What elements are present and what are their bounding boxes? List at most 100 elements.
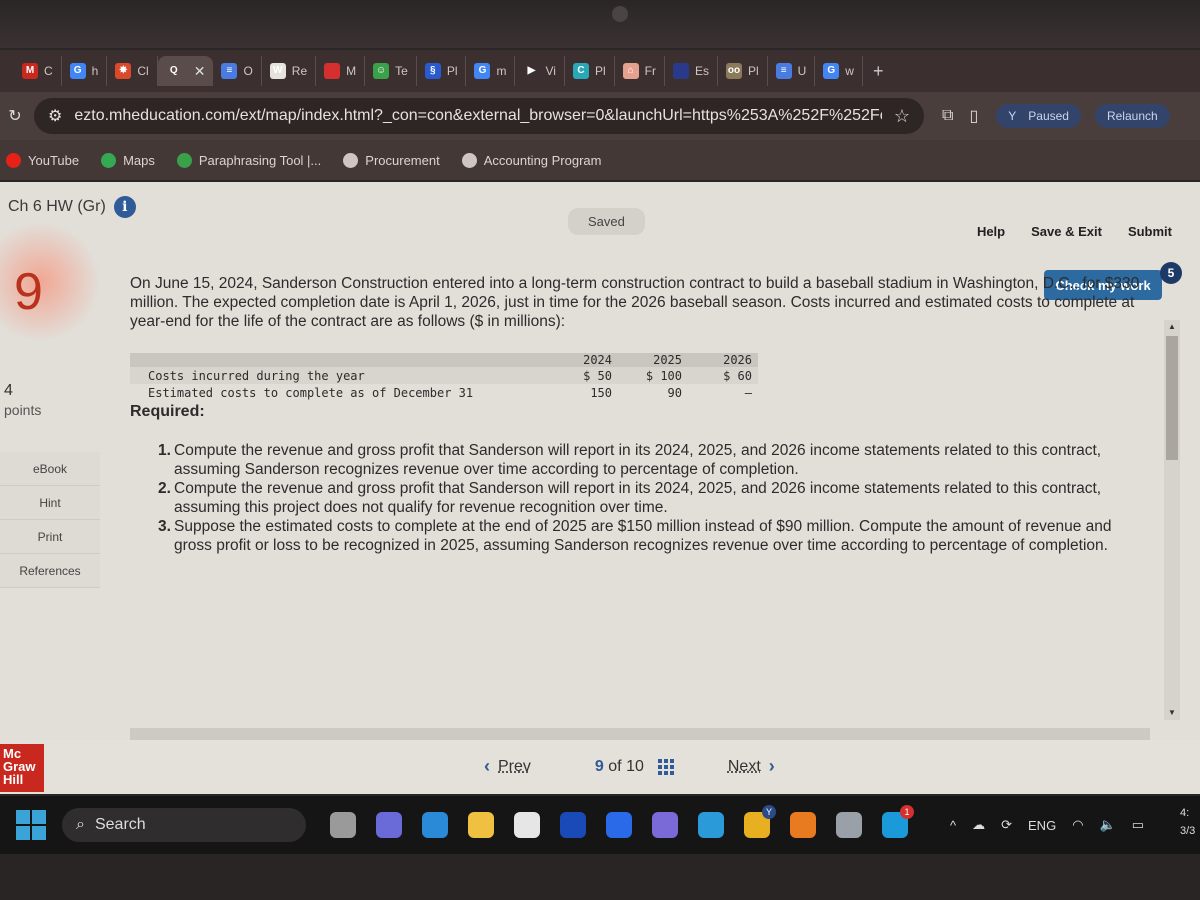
submit-link[interactable]: Submit	[1128, 224, 1172, 239]
mail-icon[interactable]	[698, 812, 724, 838]
prev-label: Prev	[498, 757, 531, 775]
settings-icon[interactable]	[836, 812, 862, 838]
wsj-icon: W	[269, 63, 286, 79]
browser-tab[interactable]: Gm	[466, 56, 516, 86]
taskbar-search[interactable]: ⌕ Search	[62, 808, 306, 842]
l-app-icon[interactable]	[560, 812, 586, 838]
chevron-left-icon: ‹	[484, 756, 490, 776]
required-heading: Required:	[130, 403, 205, 420]
extensions-icon[interactable]: ⧉	[942, 107, 953, 125]
store-icon[interactable]	[514, 812, 540, 838]
reload-icon[interactable]: ↻	[0, 106, 30, 126]
column-header: 2025	[653, 353, 682, 367]
browser-tab[interactable]: oo Pl	[718, 56, 768, 86]
notification-badge: Y	[762, 805, 776, 819]
onedrive-icon[interactable]: ☁	[972, 817, 985, 833]
browser-tab[interactable]: M	[316, 56, 366, 86]
bookmark-item[interactable]: Maps	[101, 152, 155, 168]
bookmark-label: Maps	[123, 152, 155, 168]
firefox-icon[interactable]	[790, 812, 816, 838]
browser-tab[interactable]: MC	[14, 56, 62, 86]
chevron-up-icon[interactable]: ^	[950, 818, 956, 833]
plagiarism-icon: §	[424, 63, 441, 79]
copilot-icon[interactable]	[652, 812, 678, 838]
profile-button[interactable]: Y Paused	[996, 104, 1081, 128]
browser-tab[interactable]: ▶ Vi	[515, 56, 565, 86]
close-tab-icon[interactable]: ✕	[194, 63, 206, 80]
prev-button[interactable]: ‹ Prev	[484, 756, 531, 777]
chrome-icon[interactable]: Y	[744, 805, 776, 838]
browser-tab[interactable]: ⌂ Fr	[615, 56, 665, 86]
new-tab-button[interactable]: +	[873, 61, 884, 82]
teams-icon[interactable]	[376, 812, 402, 838]
browser-tab[interactable]: ≡ U	[768, 56, 816, 86]
system-tray: ^ ☁ ⟳ ENG ◠ 🔈 ▭	[950, 796, 1144, 854]
url-text[interactable]: ezto.mheducation.com/ext/map/index.html?…	[74, 107, 882, 125]
skype-icon[interactable]: 1	[882, 805, 914, 838]
scrollbar-thumb[interactable]	[1166, 336, 1178, 460]
bookmark-item[interactable]: Accounting Program	[461, 152, 602, 168]
hint-button[interactable]: Hint	[0, 486, 100, 520]
google-icon: G	[474, 63, 491, 79]
zoom-icon[interactable]	[606, 812, 632, 838]
browser-tab[interactable]: Q ✕	[157, 56, 214, 86]
tab-title: Vi	[545, 64, 556, 78]
ebook-button[interactable]: eBook	[0, 452, 100, 486]
browser-tab[interactable]: ≡ O	[213, 56, 262, 86]
volume-icon[interactable]: 🔈	[1100, 817, 1116, 833]
language-indicator[interactable]: ENG	[1028, 818, 1056, 833]
column-header: 2024	[583, 353, 612, 367]
laptop-bezel-bottom	[0, 854, 1200, 900]
edge-icon[interactable]	[422, 812, 448, 838]
bookmark-item[interactable]: Procurement	[343, 152, 440, 168]
browser-tab[interactable]: C Pl	[565, 56, 615, 86]
youtube-icon	[6, 152, 21, 168]
file-explorer-icon[interactable]	[468, 812, 494, 838]
browser-tab[interactable]: § Pl	[417, 56, 467, 86]
relaunch-button[interactable]: Relaunch	[1094, 104, 1170, 128]
browser-tab[interactable]: Gw	[815, 56, 863, 86]
maps-pin-icon	[101, 152, 117, 168]
sync-icon[interactable]: ⟳	[1001, 817, 1012, 833]
scroll-up-arrow-icon[interactable]: ▲	[1164, 320, 1180, 334]
bot-icon: ☺	[373, 63, 390, 79]
tab-title: Re	[291, 64, 308, 78]
taskbar-clock[interactable]: 4: 3/3	[1180, 804, 1195, 840]
info-icon[interactable]: i	[113, 196, 136, 218]
mcgraw-hill-logo: Mc Graw Hill	[0, 744, 44, 792]
page-footer: Mc Graw Hill ‹ Prev 9 of 10 Next ›	[0, 740, 1200, 794]
bookmark-item[interactable]: YouTube	[6, 152, 79, 168]
battery-icon[interactable]: ▭	[1132, 817, 1144, 833]
print-button[interactable]: Print	[0, 520, 100, 554]
browser-tab[interactable]: ☺ Te	[365, 56, 417, 86]
windows-start-icon[interactable]	[16, 810, 46, 840]
bookmark-label: Procurement	[365, 152, 440, 168]
bookmark-item[interactable]: Paraphrasing Tool |...	[176, 152, 321, 168]
points-label: points	[4, 402, 42, 418]
clock-date: 3/3	[1180, 825, 1196, 837]
scroll-down-arrow-icon[interactable]: ▼	[1164, 706, 1180, 720]
site-settings-icon[interactable]: ⚙	[48, 106, 62, 126]
browser-tab[interactable]: ✸ Cl	[107, 56, 158, 86]
wifi-icon[interactable]: ◠	[1072, 817, 1083, 833]
bookmark-star-icon[interactable]: ☆	[894, 106, 910, 127]
requirements-list: 1. Compute the revenue and gross profit …	[130, 441, 1150, 555]
requirement-item: 1. Compute the revenue and gross profit …	[158, 441, 1150, 479]
help-link[interactable]: Help	[977, 224, 1005, 239]
next-button[interactable]: Next ›	[728, 756, 775, 777]
save-exit-link[interactable]: Save & Exit	[1031, 224, 1102, 239]
question-tools: eBook Hint Print References	[0, 452, 100, 588]
side-panel-icon[interactable]: ▯	[969, 106, 978, 126]
requirement-number: 2.	[158, 480, 171, 497]
tab-title: Te	[395, 64, 408, 78]
browser-tab[interactable]: W Re	[262, 56, 317, 86]
tab-title: Cl	[137, 64, 149, 78]
address-bar[interactable]: ⚙ ezto.mheducation.com/ext/map/index.htm…	[34, 98, 924, 134]
task-view-icon[interactable]	[330, 812, 356, 838]
question-grid-icon[interactable]	[657, 758, 674, 775]
browser-tab[interactable]: Gh	[62, 56, 108, 86]
browser-tab[interactable]: Es	[665, 56, 718, 86]
references-button[interactable]: References	[0, 554, 100, 588]
content-scrollbar[interactable]: ▲ ▼	[1164, 320, 1180, 720]
bookmark-label: Accounting Program	[483, 152, 602, 168]
